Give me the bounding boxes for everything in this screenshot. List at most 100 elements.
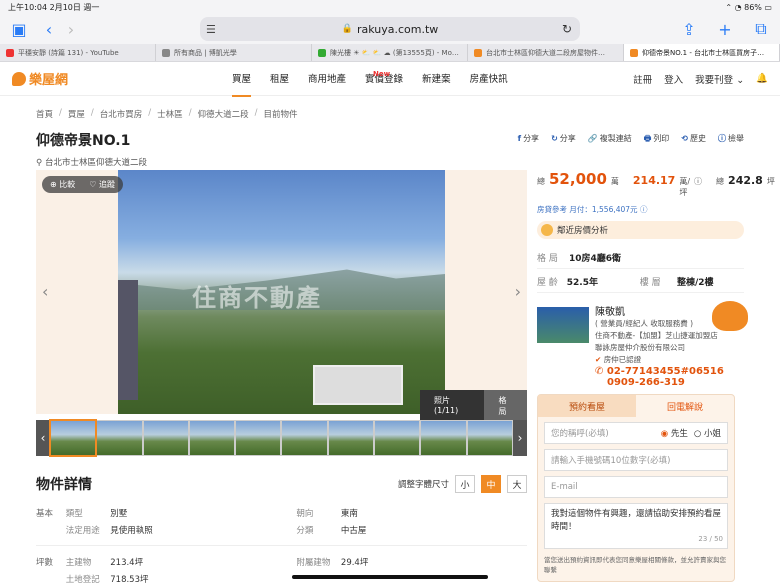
breadcrumb-item[interactable]: 士林區 xyxy=(157,108,183,120)
thumbnail[interactable] xyxy=(143,421,188,455)
action-icon: ⓘ xyxy=(718,134,726,143)
char-count: 23 / 50 xyxy=(698,535,723,543)
verified-badge: ✔ 房仲已認證 xyxy=(595,355,642,364)
copy-link-button[interactable]: 🔗 複製連結 xyxy=(588,133,632,147)
line-share-button[interactable]: ↻ 分享 xyxy=(551,133,576,147)
female-radio[interactable]: ○ 小姐 xyxy=(694,427,721,439)
font-medium-button[interactable]: 中 xyxy=(481,475,501,493)
reader-icon[interactable]: ☰ xyxy=(206,23,216,36)
menu-item-1[interactable]: 租屋 xyxy=(270,61,289,97)
reload-icon[interactable]: ↻ xyxy=(562,22,572,36)
main-photo[interactable]: 住商不動產 xyxy=(118,170,445,414)
spec-row: 格 局 10房4廳6衛 xyxy=(537,247,744,269)
menu-item-4[interactable]: 新建案 xyxy=(422,61,451,97)
breadcrumb-item[interactable]: 台北市買房 xyxy=(100,108,143,120)
sidebar-toggle-icon[interactable]: ▣ xyxy=(8,18,30,40)
bell-icon[interactable]: 🔔 xyxy=(756,73,768,84)
new-badge: New xyxy=(373,69,391,78)
menu-item-label: 新建案 xyxy=(422,73,451,85)
detail-value: 見使用執照 xyxy=(110,525,153,536)
thumbnail[interactable] xyxy=(97,421,142,455)
menu-item-0[interactable]: 買屋 xyxy=(232,61,252,97)
breadcrumb: 首頁 / 買屋 / 台北市買房 / 士林區 / 仰德大道二段 / 目前物件 xyxy=(0,96,780,120)
font-large-button[interactable]: 大 xyxy=(507,475,527,493)
history-button[interactable]: ⟲ 歷史 xyxy=(681,133,706,147)
gallery-actions: ⊕ 比較 ♡ 追蹤 xyxy=(42,176,123,193)
menu-item-label: 租屋 xyxy=(270,73,290,85)
browser-tab[interactable]: 陳光樓 ☀ ⛅ ⛅ ☁ (第13555頁) - Mo… xyxy=(312,44,468,61)
menu-item-label: 房產快訊 xyxy=(469,73,508,85)
post-listing-link[interactable]: 我要刊登 ⌄ xyxy=(695,72,744,86)
breadcrumb-separator: / xyxy=(90,108,94,118)
follow-button[interactable]: ♡ 追蹤 xyxy=(89,179,115,190)
print-button[interactable]: 🖶 列印 xyxy=(644,133,670,147)
login-link[interactable]: 登入 xyxy=(664,72,683,86)
name-input[interactable]: 您的稱呼(必填) ◉ 先生 ○ 小姐 xyxy=(544,422,728,444)
thumbnail[interactable] xyxy=(421,421,466,455)
back-icon[interactable]: ‹ xyxy=(38,18,60,40)
favicon-icon xyxy=(474,48,482,57)
detail-category: 坪數 xyxy=(36,557,54,568)
detail-value: 中古屋 xyxy=(340,525,367,536)
tab-overview-icon[interactable]: ⧉ xyxy=(750,18,772,40)
total-price: 52,000 xyxy=(549,170,607,188)
message-textarea[interactable]: 我對這個物件有興趣，還請協助安排預約看屋時間！ 23 / 50 xyxy=(544,503,728,549)
layout-tab[interactable]: 格局 xyxy=(484,390,527,422)
detail-row: 坪數 主建物 213.4坪 附屬建物 29.4坪 xyxy=(36,553,527,570)
next-photo-icon[interactable]: › xyxy=(515,282,521,301)
email-input[interactable]: E-mail xyxy=(544,476,728,498)
status-time: 上午10:04 xyxy=(8,2,48,12)
listing-address: ⚲ 台北市士林區仰德大道二段 xyxy=(36,158,147,168)
prev-photo-icon[interactable]: ‹ xyxy=(42,282,48,301)
browser-tab[interactable]: 仰德帝景NO.1 - 台北市士林區買房子… xyxy=(624,44,780,61)
thumbnail[interactable] xyxy=(467,421,512,455)
photos-tab[interactable]: 照片(1/11) xyxy=(420,390,485,422)
agent-name[interactable]: 陳敬凱 xyxy=(595,303,724,318)
thumbnail-strip: ‹ › xyxy=(36,419,527,457)
tab-book-viewing[interactable]: 預約看屋 xyxy=(538,395,636,417)
share-icon[interactable]: ⇪ xyxy=(678,18,700,40)
compare-button[interactable]: ⊕ 比較 xyxy=(50,179,75,190)
facebook-share-button[interactable]: f 分享 xyxy=(518,133,539,147)
price-panel: 總 52,000 萬 214.17 萬/坪 ⓘ 總 242.8 坪 房貸參考 月付：1,55… xyxy=(537,170,775,582)
detail-key: 朝向 xyxy=(296,508,314,519)
breadcrumb-item[interactable]: 目前物件 xyxy=(263,108,297,120)
report-button[interactable]: ⓘ 檢舉 xyxy=(718,133,744,147)
font-size-label: 調整字體尺寸 xyxy=(397,480,449,490)
thumb-prev-icon[interactable]: ‹ xyxy=(36,420,50,456)
watermark: 住商不動產 xyxy=(192,284,322,312)
menu-item-3[interactable]: 實價登錄 New xyxy=(365,61,403,97)
site-logo[interactable]: 樂屋網 xyxy=(12,69,202,88)
breadcrumb-item[interactable]: 買屋 xyxy=(68,108,85,120)
thumbnail[interactable] xyxy=(328,421,374,455)
thumbnail[interactable] xyxy=(189,421,235,455)
agent-phone-mobile[interactable]: 0909-266-319 xyxy=(607,377,724,388)
thumbnail[interactable] xyxy=(282,421,327,455)
browser-tab[interactable]: 台北市士林區仰德大道二段房屋物件… xyxy=(468,44,624,61)
tab-callback[interactable]: 回電解說 xyxy=(636,395,734,417)
menu-item-2[interactable]: 商用地產 xyxy=(308,61,346,97)
register-link[interactable]: 註冊 xyxy=(633,72,652,86)
address-bar[interactable]: ☰ 🔒 rakuya.com.tw ↻ xyxy=(200,17,580,41)
breadcrumb-item[interactable]: 仰德大道二段 xyxy=(198,108,249,120)
new-tab-icon[interactable]: + xyxy=(714,18,736,40)
thumb-next-icon[interactable]: › xyxy=(512,420,527,456)
browser-tab[interactable]: 所有商品 | 博凱光學 xyxy=(156,44,312,61)
status-bar: 上午10:04 2月10日 週一 ⌃ ◔ 86% ▭ xyxy=(0,0,780,14)
male-radio[interactable]: ◉ 先生 xyxy=(661,427,688,439)
breadcrumb-item[interactable]: 首頁 xyxy=(36,108,53,120)
font-small-button[interactable]: 小 xyxy=(455,475,475,493)
thumbnail[interactable] xyxy=(375,421,420,455)
menu-item-5[interactable]: 房產快訊 xyxy=(470,61,508,97)
price-analysis-button[interactable]: 鄰近房價分析 xyxy=(537,221,744,239)
agent-phone-office[interactable]: ✆ 02-77143455#06516 xyxy=(595,366,724,377)
info-icon[interactable]: ⓘ xyxy=(694,176,702,187)
detail-value: 29.4坪 xyxy=(340,557,369,568)
mortgage-reference[interactable]: 房貸參考 月付：1,556,407元 ⓘ xyxy=(537,204,744,215)
phone-input[interactable]: 請輸入手機號碼10位數字(必填) xyxy=(544,449,728,471)
photo-gallery: 住商不動產 ⊕ 比較 ♡ 追蹤 ‹ › 照片(1/11) 格局 xyxy=(36,170,527,422)
thumbnail[interactable] xyxy=(48,419,98,457)
forward-icon[interactable]: › xyxy=(60,18,82,40)
thumbnail[interactable] xyxy=(236,421,281,455)
browser-tab[interactable]: 平穩安靜 (詩篇 131) - YouTube xyxy=(0,44,156,61)
